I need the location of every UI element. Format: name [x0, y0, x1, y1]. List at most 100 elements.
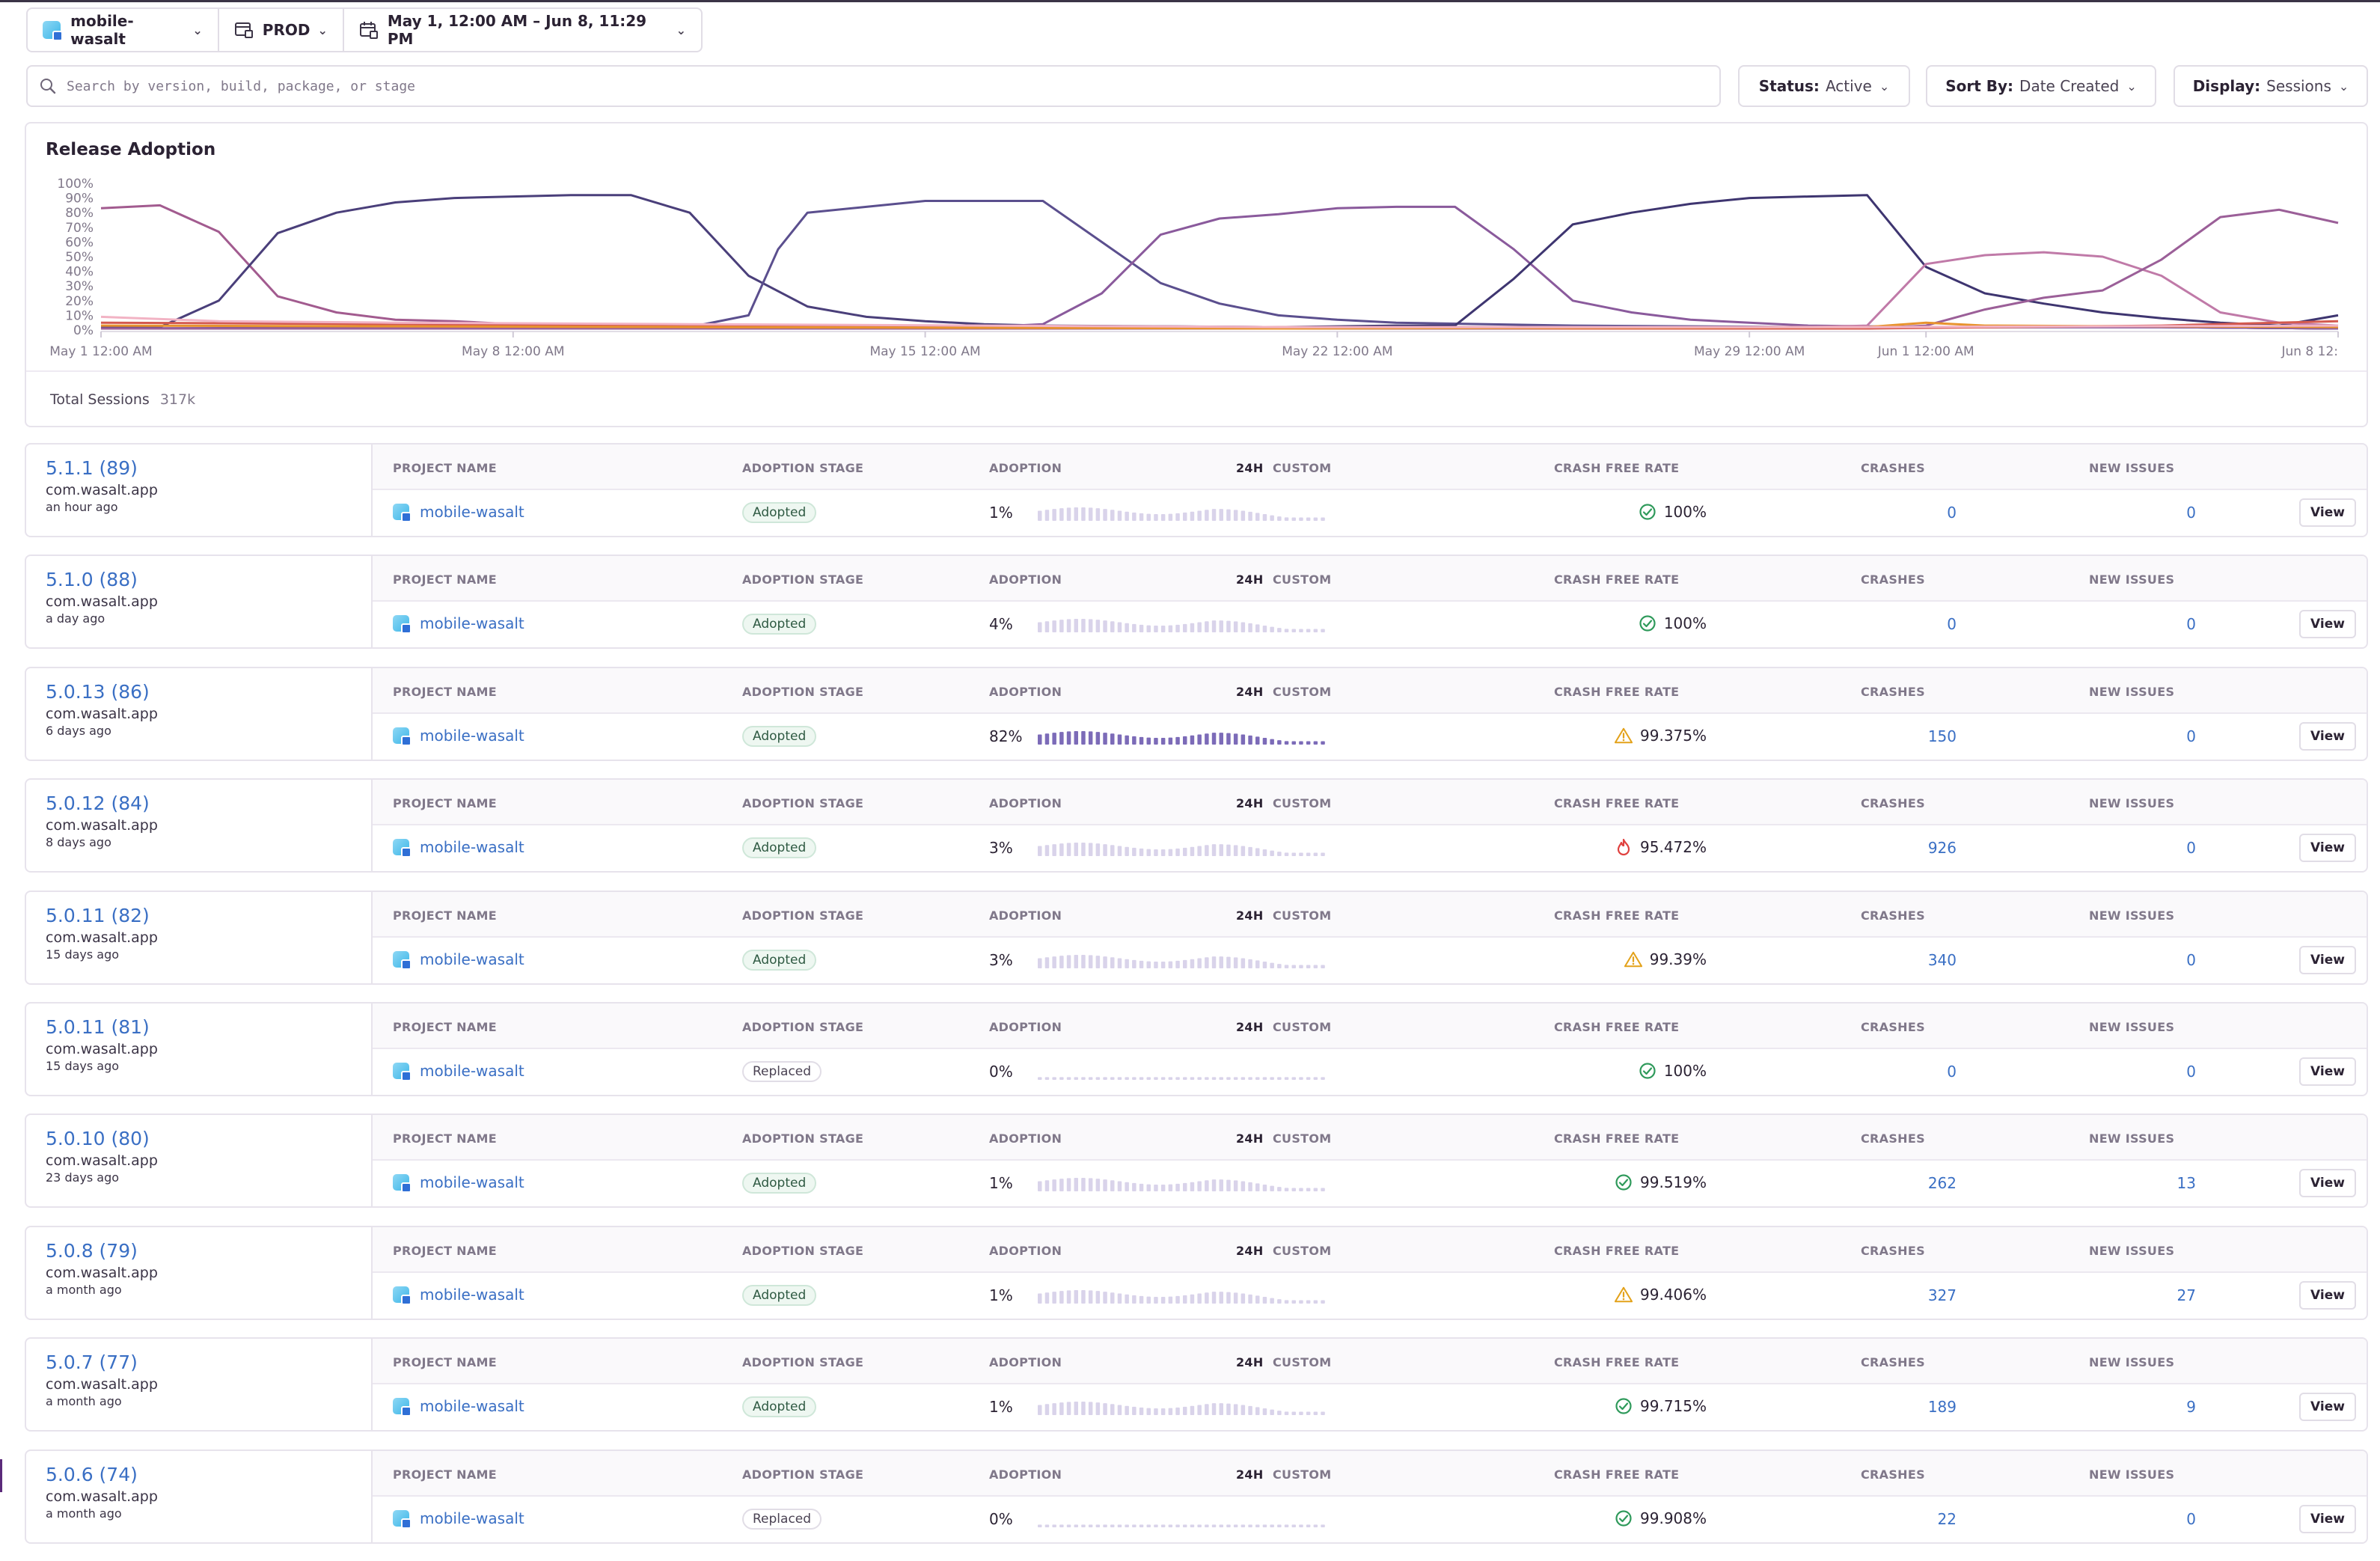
project-name-link[interactable]: mobile-wasalt: [393, 614, 524, 635]
new-issues-count-link[interactable]: 0: [2046, 727, 2196, 745]
release-version-link[interactable]: 5.0.7 (77): [46, 1351, 371, 1375]
view-release-button[interactable]: View: [2299, 610, 2356, 639]
range-24h-toggle[interactable]: 24H: [1236, 685, 1264, 699]
sparkline-bar: [1146, 1408, 1151, 1416]
release-version-link[interactable]: 5.0.10 (80): [46, 1127, 371, 1151]
view-release-button[interactable]: View: [2299, 1169, 2356, 1198]
view-release-button[interactable]: View: [2299, 1280, 2356, 1310]
release-version-link[interactable]: 5.0.12 (84): [46, 792, 371, 816]
sparkline-bar: [1306, 965, 1311, 968]
project-name-link[interactable]: mobile-wasalt: [393, 1286, 524, 1305]
new-issues-count-link[interactable]: 0: [2046, 839, 2196, 857]
crash-free-rate: 100%: [1482, 503, 1707, 521]
new-issues-count-link[interactable]: 27: [2046, 1286, 2196, 1304]
range-custom-toggle[interactable]: CUSTOM: [1273, 572, 1332, 587]
header-crash-free-rate: CRASH FREE RATE: [1554, 572, 1680, 587]
range-24h-toggle[interactable]: 24H: [1236, 1131, 1264, 1146]
sparkline-bar: [1066, 1402, 1071, 1416]
header-adoption: ADOPTION: [989, 1467, 1062, 1482]
search-input[interactable]: [65, 77, 1639, 95]
release-version-link[interactable]: 5.0.8 (79): [46, 1239, 371, 1263]
sparkline-bar: [1175, 960, 1180, 968]
crashes-count-link[interactable]: 926: [1807, 839, 1957, 857]
header-crashes: CRASHES: [1861, 908, 1925, 923]
release-version-link[interactable]: 5.0.11 (81): [46, 1015, 371, 1039]
sparkline-bar: [1160, 1408, 1166, 1416]
crashes-count-link[interactable]: 150: [1807, 727, 1957, 745]
view-release-button[interactable]: View: [2299, 1057, 2356, 1086]
crashes-count-link[interactable]: 189: [1807, 1398, 1957, 1416]
view-release-button[interactable]: View: [2299, 498, 2356, 527]
release-version-link[interactable]: 5.1.0 (88): [46, 568, 371, 592]
crashes-count-link[interactable]: 0: [1807, 504, 1957, 522]
release-package: com.wasalt.app: [46, 482, 158, 498]
crashes-count-link[interactable]: 0: [1807, 615, 1957, 633]
release-version-link[interactable]: 5.0.11 (82): [46, 904, 371, 928]
sparkline-bar: [1219, 1077, 1223, 1080]
release-package: com.wasalt.app: [46, 1488, 158, 1505]
crashes-count-link[interactable]: 0: [1807, 1063, 1957, 1081]
range-custom-toggle[interactable]: CUSTOM: [1273, 796, 1332, 810]
sparkline-bar: [1277, 1298, 1282, 1304]
crashes-count-link[interactable]: 22: [1807, 1510, 1957, 1528]
sparkline-bar: [1211, 1291, 1217, 1304]
range-24h-toggle[interactable]: 24H: [1236, 572, 1264, 587]
project-name-link[interactable]: mobile-wasalt: [393, 1397, 524, 1417]
new-issues-count-link[interactable]: 0: [2046, 951, 2196, 969]
new-issues-count-link[interactable]: 0: [2046, 1063, 2196, 1081]
sparkline-bar: [1205, 1292, 1209, 1304]
range-24h-toggle[interactable]: 24H: [1236, 796, 1264, 810]
range-custom-toggle[interactable]: CUSTOM: [1273, 685, 1332, 699]
range-custom-toggle[interactable]: CUSTOM: [1273, 1131, 1332, 1146]
date-range-selector[interactable]: May 1, 12:00 AM – Jun 8, 11:29 PM ⌄: [344, 9, 701, 51]
view-release-button[interactable]: View: [2299, 1393, 2356, 1422]
project-name-link[interactable]: mobile-wasalt: [393, 1509, 524, 1529]
release-version-link[interactable]: 5.1.1 (89): [46, 456, 371, 480]
sort-by-dropdown[interactable]: Sort By: Date Created ⌄: [1926, 65, 2156, 107]
project-name-link[interactable]: mobile-wasalt: [393, 727, 524, 746]
range-custom-toggle[interactable]: CUSTOM: [1273, 1020, 1332, 1034]
new-issues-count-link[interactable]: 9: [2046, 1398, 2196, 1416]
range-custom-toggle[interactable]: CUSTOM: [1273, 1467, 1332, 1482]
project-selector[interactable]: mobile-wasalt ⌄: [28, 9, 219, 51]
project-name-link[interactable]: mobile-wasalt: [393, 838, 524, 858]
display-dropdown[interactable]: Display: Sessions ⌄: [2173, 65, 2368, 107]
crashes-count-link[interactable]: 262: [1807, 1174, 1957, 1192]
range-custom-toggle[interactable]: CUSTOM: [1273, 461, 1332, 475]
crashes-count-link[interactable]: 327: [1807, 1286, 1957, 1304]
new-issues-count-link[interactable]: 0: [2046, 504, 2196, 522]
release-version-link[interactable]: 5.0.13 (86): [46, 680, 371, 704]
project-name-link[interactable]: mobile-wasalt: [393, 950, 524, 970]
project-name-link[interactable]: mobile-wasalt: [393, 1173, 524, 1194]
sparkline-bar: [1125, 735, 1129, 745]
release-version-link[interactable]: 5.0.6 (74): [46, 1463, 371, 1487]
view-release-button[interactable]: View: [2299, 945, 2356, 974]
new-issues-count-link[interactable]: 13: [2046, 1174, 2196, 1192]
sparkline-bar: [1132, 512, 1137, 521]
range-24h-toggle[interactable]: 24H: [1236, 1020, 1264, 1034]
view-release-button[interactable]: View: [2299, 1504, 2356, 1533]
project-name-link[interactable]: mobile-wasalt: [393, 1062, 524, 1081]
range-custom-toggle[interactable]: CUSTOM: [1273, 1244, 1332, 1258]
view-release-button[interactable]: View: [2299, 721, 2356, 751]
header-project-name: PROJECT NAME: [393, 572, 497, 587]
release-package: com.wasalt.app: [46, 1152, 158, 1170]
range-24h-toggle[interactable]: 24H: [1236, 1467, 1264, 1482]
environment-selector[interactable]: PROD ⌄: [219, 9, 344, 51]
project-name-link[interactable]: mobile-wasalt: [393, 503, 524, 522]
new-issues-count-link[interactable]: 0: [2046, 1510, 2196, 1528]
range-24h-toggle[interactable]: 24H: [1236, 908, 1264, 923]
range-custom-toggle[interactable]: CUSTOM: [1273, 908, 1332, 923]
new-issues-count-link[interactable]: 0: [2046, 615, 2196, 633]
sparkline-bar: [1160, 1524, 1166, 1527]
status-filter-dropdown[interactable]: Status: Active ⌄: [1738, 65, 1910, 107]
sparkline-bar: [1110, 733, 1115, 745]
range-24h-toggle[interactable]: 24H: [1236, 1244, 1264, 1258]
view-release-button[interactable]: View: [2299, 834, 2356, 863]
range-custom-toggle[interactable]: CUSTOM: [1273, 1355, 1332, 1369]
sparkline-bar: [1219, 956, 1223, 968]
range-24h-toggle[interactable]: 24H: [1236, 461, 1264, 475]
range-24h-toggle[interactable]: 24H: [1236, 1355, 1264, 1369]
sparkline-bar: [1168, 513, 1173, 521]
crashes-count-link[interactable]: 340: [1807, 951, 1957, 969]
